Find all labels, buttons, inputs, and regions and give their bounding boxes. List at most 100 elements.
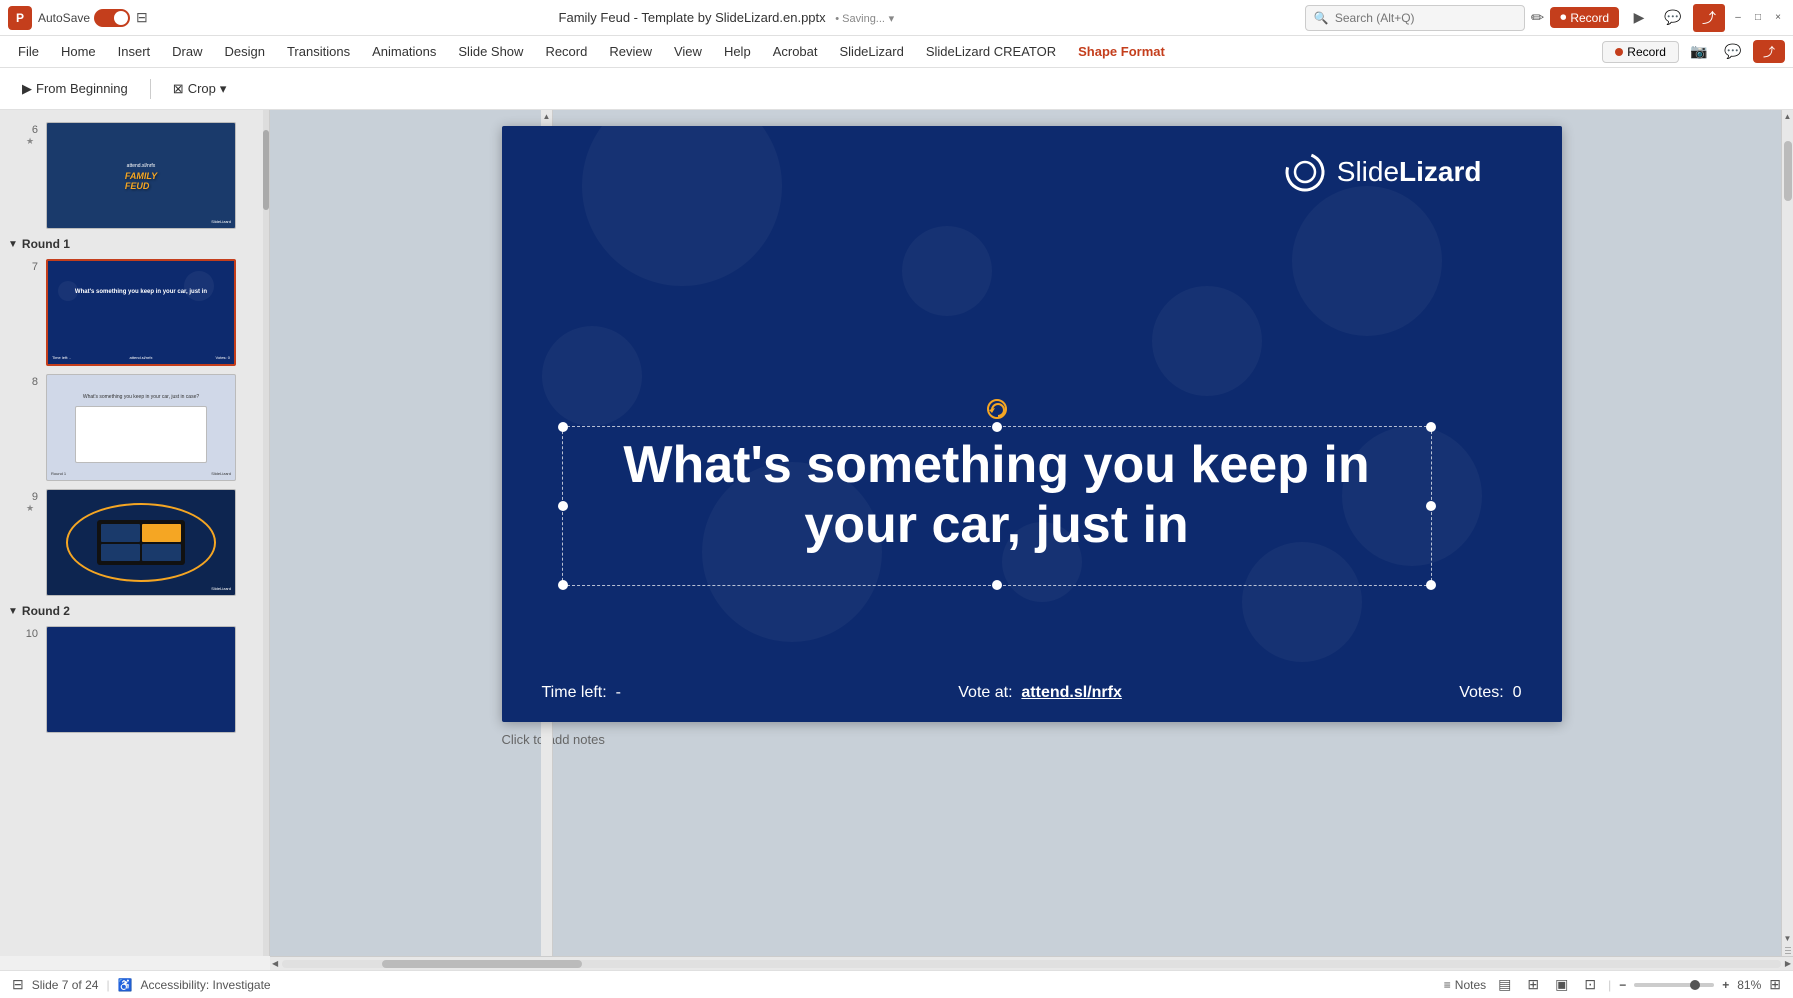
app-logo: P — [8, 6, 32, 30]
menu-file[interactable]: File — [8, 40, 49, 63]
comment-icon[interactable]: 💬 — [1659, 4, 1687, 32]
title-bar: P AutoSave ⊟ Family Feud - Template by S… — [0, 0, 1793, 36]
menu-home[interactable]: Home — [51, 40, 106, 63]
slide-view-icon[interactable]: ⊟ — [12, 976, 24, 993]
present-icon[interactable]: ▶ — [1625, 4, 1653, 32]
menu-review[interactable]: Review — [599, 40, 662, 63]
minimize-button[interactable]: – — [1731, 11, 1745, 25]
toolbar: ▶ From Beginning ⊠ Crop ▾ — [0, 68, 1793, 110]
rotate-handle[interactable] — [987, 399, 1007, 419]
notes-button[interactable]: ≡ Notes — [1444, 978, 1486, 992]
slide-thumb-7[interactable]: What's something you keep in your car, j… — [46, 259, 236, 366]
comment-icon-menu[interactable]: 💬 — [1719, 38, 1747, 66]
search-input[interactable] — [1335, 11, 1516, 25]
view-reading[interactable]: ▣ — [1551, 974, 1572, 995]
menu-shape-format[interactable]: Shape Format — [1068, 40, 1175, 63]
pencil-icon[interactable]: ✏ — [1531, 8, 1544, 28]
zoom-thumb[interactable] — [1690, 980, 1700, 990]
autosave-toggle[interactable] — [94, 9, 130, 27]
menu-slideshow[interactable]: Slide Show — [448, 40, 533, 63]
bottom-center: ≡ Notes — [1444, 978, 1486, 992]
slide-item-6[interactable]: 6 ★ attend.sl/nrfx FAMILYFEUD SlideLizar… — [0, 118, 269, 233]
share-icon[interactable]: ⤴ — [1693, 4, 1725, 32]
accessibility-icon[interactable]: ♿ — [118, 978, 133, 992]
bottom-right: ▤ ⊞ ▣ ⊡ | − + 81% ⊞ — [1494, 974, 1781, 995]
slide-thumb-6[interactable]: attend.sl/nrfx FAMILYFEUD SlideLizard — [46, 122, 236, 229]
close-button[interactable]: × — [1771, 11, 1785, 25]
share-button-menu[interactable]: ⤴ — [1753, 40, 1785, 63]
file-title: Family Feud - Template by SlideLizard.en… — [154, 10, 1299, 25]
search-box[interactable]: 🔍 — [1305, 5, 1525, 31]
crop-icon: ⊠ — [173, 81, 184, 97]
menu-slidelizard[interactable]: SlideLizard — [830, 40, 914, 63]
slide-thumb-9[interactable]: SlideLizard — [46, 489, 236, 596]
menu-help[interactable]: Help — [714, 40, 761, 63]
click-to-add-notes[interactable]: Click to add notes — [502, 732, 1562, 747]
menu-record[interactable]: Record — [535, 40, 597, 63]
h-scroll-right[interactable]: ▶ — [1785, 959, 1791, 968]
slide-panel-scrollbar[interactable] — [263, 110, 269, 956]
bg-circle-4 — [1242, 542, 1362, 662]
section-header-round2[interactable]: ▼ Round 2 — [0, 600, 269, 622]
section-header-round1[interactable]: ▼ Round 1 — [0, 233, 269, 255]
slide-num-10: 10 — [22, 628, 38, 640]
main-layout: 6 ★ attend.sl/nrfx FAMILYFEUD SlideLizar… — [0, 110, 1793, 956]
view-normal[interactable]: ▤ — [1494, 974, 1515, 995]
record-button-title[interactable]: ⏺ Record — [1550, 7, 1619, 28]
menu-animations[interactable]: Animations — [362, 40, 446, 63]
menu-insert[interactable]: Insert — [108, 40, 161, 63]
title-dropdown[interactable]: ▾ — [889, 13, 895, 25]
menu-view[interactable]: View — [664, 40, 712, 63]
separator: | — [106, 978, 109, 992]
vscroll-thumb[interactable] — [1784, 141, 1792, 201]
slide-item-10[interactable]: 10 — [0, 622, 269, 737]
camera-icon[interactable]: 📷 — [1685, 38, 1713, 66]
handle-tl[interactable] — [558, 422, 568, 432]
separator2: | — [1608, 978, 1611, 992]
zoom-out-icon[interactable]: − — [1619, 978, 1626, 992]
menu-design[interactable]: Design — [215, 40, 275, 63]
zoom-slider[interactable] — [1634, 983, 1714, 987]
menu-slidelizard-creator[interactable]: SlideLizard CREATOR — [916, 40, 1066, 63]
h-scroll-left[interactable]: ◀ — [272, 959, 278, 968]
view-sorter[interactable]: ⊞ — [1523, 974, 1543, 995]
main-question-text[interactable]: What's something you keep in your car, j… — [562, 436, 1432, 556]
h-scrollbar[interactable]: ◀ ▶ — [270, 956, 1793, 970]
format-icon[interactable]: ⊟ — [136, 9, 148, 26]
scroll-down-right[interactable]: ▼ — [1784, 934, 1792, 943]
handle-br[interactable] — [1426, 580, 1436, 590]
fit-icon[interactable]: ⊞ — [1769, 976, 1781, 993]
slide-item-8[interactable]: 8 What's something you keep in your car,… — [0, 370, 269, 485]
handle-tc[interactable] — [992, 422, 1002, 432]
notes-label: Notes — [1455, 978, 1486, 992]
scroll-up-right[interactable]: ▲ — [1784, 112, 1792, 121]
slide-num-7: 7 — [22, 261, 38, 273]
scroll-up-left[interactable]: ▲ — [543, 112, 551, 121]
logo-text: SlideLizard — [1337, 156, 1482, 188]
zoom-in-icon[interactable]: + — [1722, 978, 1729, 992]
h-scroll-thumb[interactable] — [382, 960, 582, 968]
slide-item-9[interactable]: 9 ★ SlideLizard — [0, 485, 269, 600]
slide-num-9: 9 — [22, 491, 38, 503]
handle-bl[interactable] — [558, 580, 568, 590]
main-slide-canvas[interactable]: SlideLizard — [502, 126, 1562, 722]
slide-thumb-8[interactable]: What's something you keep in your car, j… — [46, 374, 236, 481]
menu-transitions[interactable]: Transitions — [277, 40, 360, 63]
maximize-button[interactable]: □ — [1751, 11, 1765, 25]
menu-draw[interactable]: Draw — [162, 40, 212, 63]
menu-acrobat[interactable]: Acrobat — [763, 40, 828, 63]
right-vscroll[interactable]: ▲ ▼ — [1781, 110, 1793, 956]
handle-bc[interactable] — [992, 580, 1002, 590]
accessibility-label[interactable]: Accessibility: Investigate — [141, 978, 271, 992]
zoom-value[interactable]: 81% — [1737, 978, 1761, 992]
view-presenter[interactable]: ⊡ — [1580, 974, 1600, 995]
from-beginning-button[interactable]: ▶ From Beginning — [12, 77, 138, 101]
crop-dropdown-icon[interactable]: ▾ — [220, 81, 227, 97]
play-icon: ▶ — [22, 81, 32, 97]
bg-circle-5 — [542, 326, 642, 426]
crop-button[interactable]: ⊠ Crop ▾ — [163, 77, 237, 101]
slide-item-7[interactable]: 7 What's something you keep in your car,… — [0, 255, 269, 370]
slide-thumb-10[interactable] — [46, 626, 236, 733]
menu-record-button[interactable]: Record — [1602, 41, 1679, 63]
slide-panel-scrollthumb[interactable] — [263, 130, 269, 210]
